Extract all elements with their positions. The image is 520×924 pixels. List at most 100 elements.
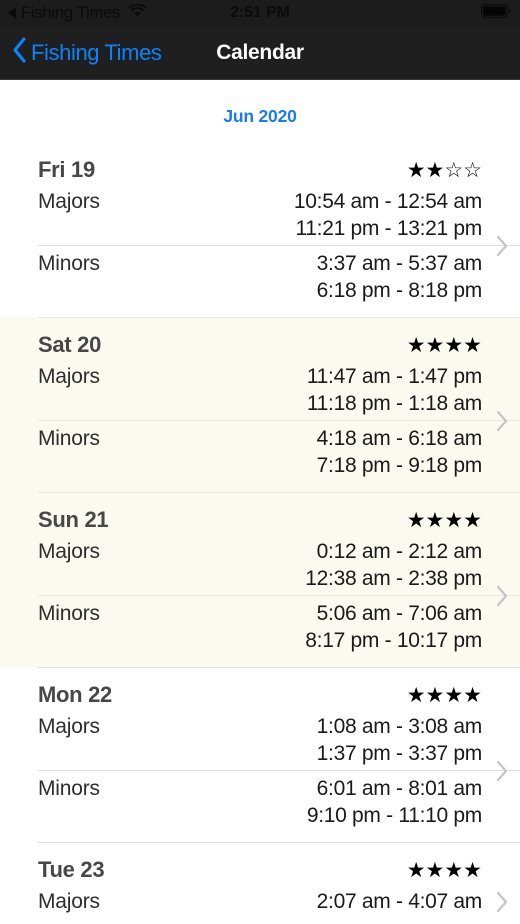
day-section[interactable]: Sat 20 ★ ★ ★ ★ Majors 11:47 am - 1:47 pm 11:18 … bbox=[0, 317, 520, 492]
rating-stars: ★ ★ ★ ★ bbox=[407, 685, 482, 706]
times-row-label: Minors bbox=[38, 602, 100, 625]
star-filled-icon: ★ bbox=[425, 333, 445, 357]
star-filled-icon: ★ bbox=[444, 858, 464, 882]
star-filled-icon: ★ bbox=[406, 858, 426, 882]
rating-stars: ★ ★ ★ ★ bbox=[407, 335, 482, 356]
times-row-values: 6:01 am - 8:01 am 9:10 pm - 11:10 pm bbox=[307, 775, 482, 829]
day-section[interactable]: Sun 21 ★ ★ ★ ★ Majors 0:12 am - 2:12 am 12:38 a… bbox=[0, 492, 520, 667]
star-filled-icon: ★ bbox=[444, 508, 464, 532]
time-range: 3:37 am - 5:37 am bbox=[316, 252, 483, 275]
day-header: Sun 21 ★ ★ ★ ★ bbox=[0, 502, 520, 538]
times-row-majors: Majors 10:54 am - 12:54 am 11:21 pm - 13:2… bbox=[0, 188, 520, 242]
times-row-minors: Minors 4:18 am - 6:18 am 7:18 pm - 9:18 pm bbox=[0, 425, 520, 479]
day-label: Mon 22 bbox=[38, 682, 112, 707]
times-row-values: 2:07 am - 4:07 am bbox=[316, 888, 483, 915]
time-range: 11:47 am - 1:47 pm bbox=[306, 365, 482, 388]
star-filled-icon: ★ bbox=[463, 683, 482, 707]
times-row-minors: Minors 5:06 am - 7:06 am 8:17 pm - 10:17 p… bbox=[0, 600, 520, 654]
day-header: Sat 20 ★ ★ ★ ★ bbox=[0, 327, 520, 363]
times-block: Majors 0:12 am - 2:12 am 12:38 am - 2:38 p… bbox=[0, 538, 520, 654]
times-block: Majors 2:07 am - 4:07 am bbox=[0, 888, 520, 915]
chevron-left-icon bbox=[12, 37, 27, 68]
day-label: Sun 21 bbox=[38, 507, 109, 532]
status-bar-return-app[interactable]: Fishing Times bbox=[8, 3, 147, 23]
day-row[interactable]: Fri 19 ★ ★ ☆ ☆ Majors 10:54 am - 12:54 am 11:21… bbox=[0, 143, 520, 317]
majors-minors-divider bbox=[38, 245, 520, 246]
star-filled-icon: ★ bbox=[463, 333, 482, 357]
rating-stars: ★ ★ ★ ★ bbox=[407, 860, 482, 881]
day-row[interactable]: Mon 22 ★ ★ ★ ★ Majors 1:08 am - 3:08 am 1:37 pm… bbox=[0, 668, 520, 842]
times-row-label: Majors bbox=[38, 540, 100, 563]
wifi-icon bbox=[128, 3, 147, 23]
back-button-label: Fishing Times bbox=[31, 39, 162, 65]
back-button[interactable]: Fishing Times bbox=[0, 37, 162, 68]
day-header: Mon 22 ★ ★ ★ ★ bbox=[0, 677, 520, 713]
majors-minors-divider bbox=[38, 595, 520, 596]
battery-full-icon bbox=[481, 3, 511, 23]
time-range: 9:10 pm - 11:10 pm bbox=[306, 804, 482, 827]
day-row[interactable]: Sun 21 ★ ★ ★ ★ Majors 0:12 am - 2:12 am 12:38 a… bbox=[0, 493, 520, 667]
star-filled-icon: ★ bbox=[425, 683, 445, 707]
star-filled-icon: ★ bbox=[406, 158, 426, 182]
time-range: 11:21 pm - 13:21 pm bbox=[295, 217, 482, 240]
day-label: Sat 20 bbox=[38, 332, 102, 357]
status-bar: Fishing Times 2:51 PM bbox=[0, 0, 520, 26]
times-row-majors: Majors 1:08 am - 3:08 am 1:37 pm - 3:37 pm bbox=[0, 713, 520, 767]
day-label: Fri 19 bbox=[38, 157, 95, 182]
times-row-label: Minors bbox=[38, 777, 100, 800]
time-range: 8:17 pm - 10:17 pm bbox=[305, 629, 482, 652]
times-row-values: 0:12 am - 2:12 am 12:38 am - 2:38 pm bbox=[305, 538, 482, 592]
times-row-label: Majors bbox=[38, 365, 100, 388]
times-row-label: Majors bbox=[38, 890, 100, 913]
day-header: Tue 23 ★ ★ ★ ★ bbox=[0, 852, 520, 888]
time-range: 1:08 am - 3:08 am bbox=[316, 715, 483, 738]
day-row[interactable]: Sat 20 ★ ★ ★ ★ Majors 11:47 am - 1:47 pm 11:18 … bbox=[0, 318, 520, 492]
star-filled-icon: ★ bbox=[406, 508, 426, 532]
time-range: 7:18 pm - 9:18 pm bbox=[316, 454, 483, 477]
times-row-majors: Majors 2:07 am - 4:07 am bbox=[0, 888, 520, 915]
star-filled-icon: ★ bbox=[444, 683, 464, 707]
times-row-values: 11:47 am - 1:47 pm 11:18 pm - 1:18 am bbox=[307, 363, 482, 417]
day-list: Fri 19 ★ ★ ☆ ☆ Majors 10:54 am - 12:54 am 11:21… bbox=[0, 143, 520, 924]
time-range: 11:18 pm - 1:18 am bbox=[306, 392, 482, 415]
day-header: Fri 19 ★ ★ ☆ ☆ bbox=[0, 152, 520, 188]
time-range: 2:07 am - 4:07 am bbox=[316, 890, 483, 913]
day-row[interactable]: Tue 23 ★ ★ ★ ★ Majors 2:07 am - 4:07 am bbox=[0, 843, 520, 924]
star-filled-icon: ★ bbox=[406, 333, 426, 357]
times-block: Majors 1:08 am - 3:08 am 1:37 pm - 3:37 pm… bbox=[0, 713, 520, 829]
times-row-minors: Minors 6:01 am - 8:01 am 9:10 pm - 11:10 p… bbox=[0, 775, 520, 829]
majors-minors-divider bbox=[38, 420, 520, 421]
times-row-label: Minors bbox=[38, 427, 100, 450]
times-row-majors: Majors 11:47 am - 1:47 pm 11:18 pm - 1:18 … bbox=[0, 363, 520, 417]
star-filled-icon: ★ bbox=[463, 858, 482, 882]
back-triangle-icon bbox=[8, 7, 16, 19]
star-filled-icon: ★ bbox=[406, 683, 426, 707]
time-range: 10:54 am - 12:54 am bbox=[293, 190, 482, 213]
star-filled-icon: ★ bbox=[444, 333, 464, 357]
star-empty-icon: ☆ bbox=[463, 158, 482, 182]
time-range: 12:38 am - 2:38 pm bbox=[305, 567, 482, 590]
time-range: 4:18 am - 6:18 am bbox=[316, 427, 483, 450]
rating-stars: ★ ★ ☆ ☆ bbox=[407, 160, 482, 181]
star-filled-icon: ★ bbox=[463, 508, 482, 532]
times-row-minors: Minors 3:37 am - 5:37 am 6:18 pm - 8:18 pm bbox=[0, 250, 520, 304]
times-row-label: Majors bbox=[38, 715, 100, 738]
star-filled-icon: ★ bbox=[425, 858, 445, 882]
times-row-label: Majors bbox=[38, 190, 100, 213]
time-range: 5:06 am - 7:06 am bbox=[316, 602, 483, 625]
day-section[interactable]: Mon 22 ★ ★ ★ ★ Majors 1:08 am - 3:08 am 1:37 pm… bbox=[0, 667, 520, 842]
times-row-label: Minors bbox=[38, 252, 100, 275]
day-section[interactable]: Tue 23 ★ ★ ★ ★ Majors 2:07 am - 4:07 am bbox=[0, 842, 520, 924]
status-bar-right bbox=[481, 3, 511, 23]
star-empty-icon: ☆ bbox=[444, 158, 464, 182]
day-section[interactable]: Fri 19 ★ ★ ☆ ☆ Majors 10:54 am - 12:54 am 11:21… bbox=[0, 143, 520, 317]
majors-minors-divider bbox=[38, 770, 520, 771]
times-row-values: 4:18 am - 6:18 am 7:18 pm - 9:18 pm bbox=[316, 425, 483, 479]
time-range: 1:37 pm - 3:37 pm bbox=[316, 742, 483, 765]
times-row-values: 5:06 am - 7:06 am 8:17 pm - 10:17 pm bbox=[305, 600, 482, 654]
star-filled-icon: ★ bbox=[425, 508, 445, 532]
time-range: 6:18 pm - 8:18 pm bbox=[316, 279, 483, 302]
month-header: Jun 2020 bbox=[0, 80, 520, 143]
calendar-scroll-view[interactable]: Jun 2020 Fri 19 ★ ★ ☆ ☆ Majors 10:54 am - 12:5… bbox=[0, 80, 520, 924]
status-bar-app-label: Fishing Times bbox=[21, 3, 121, 22]
